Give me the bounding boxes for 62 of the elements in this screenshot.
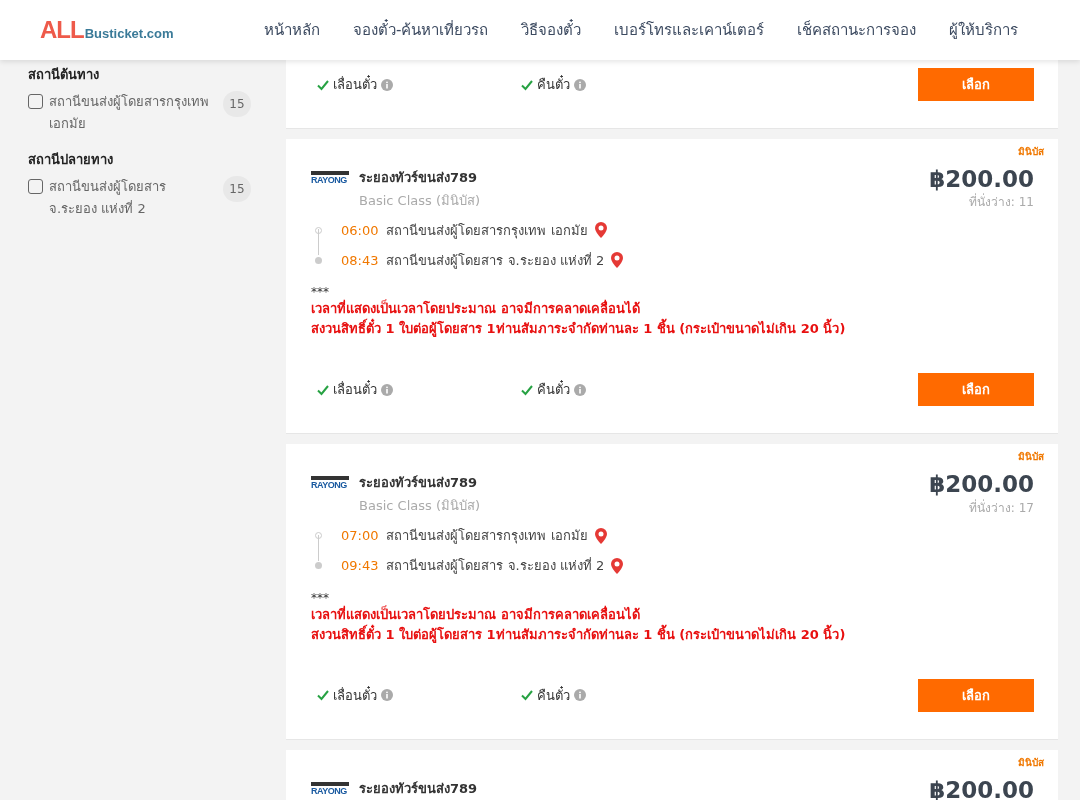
nav-link[interactable]: หน้าหลัก (264, 18, 320, 42)
checkbox[interactable] (28, 179, 43, 194)
bus-type-tag: มินิบัส (1018, 754, 1044, 770)
feature-label: คืนตั๋ว (537, 379, 570, 400)
bus-class: Basic Class (มินิบัส) (359, 192, 482, 210)
info-icon[interactable] (381, 383, 393, 396)
station-name: สถานีขนส่งผู้โดยสาร จ.ระยอง แห่งที่ 2 (386, 251, 605, 271)
note-text: *** (311, 285, 329, 300)
seats-available: ที่นั่งว่าง: 17 (967, 498, 1034, 517)
operator-name: ระยองทัวร์ขนส่ง789 (359, 474, 479, 493)
nav-link[interactable]: วิธีจองตั๋ว (521, 18, 582, 42)
feature-label: เลื่อนตั๋ว (333, 379, 377, 400)
bus-class: Basic Class (มินิบัส) (359, 497, 482, 516)
info-icon[interactable] (574, 689, 586, 702)
map-pin-icon[interactable] (610, 556, 625, 575)
station-name: สถานีขนส่งผู้โดยสารกรุงเทพ เอกมัย (386, 221, 588, 241)
ticket-price: ฿200.00 (929, 167, 1034, 193)
timeline-dot (315, 256, 322, 264)
station-name: สถานีขนส่งผู้โดยสารกรุงเทพ เอกมัย (386, 527, 588, 546)
filter-heading: สถานีปลายทาง (28, 151, 114, 169)
operator-name: ระยองทัวร์ขนส่ง789 (359, 779, 479, 798)
ticket-price: ฿200.00 (929, 472, 1034, 498)
operator-logo: RAYONG (311, 171, 349, 185)
timeline-dot (315, 562, 322, 570)
warning-text: สงวนสิทธิ์ตั๋ว 1 ใบต่อผู้โดยสาร 1ท่านสัมภาระจำกัดท่านละ 1 ชิ้น (กระเป๋าขนาดไม่เกิน 20 นิ้ว) (311, 319, 1034, 340)
stop-time: 07:00 (341, 528, 379, 544)
info-icon[interactable] (381, 78, 393, 91)
operator-name: ระยองทัวร์ขนส่ง789 (359, 169, 479, 187)
info-icon[interactable] (381, 689, 393, 702)
warning-text: เวลาที่แสดงเป็นเวลาโดยประมาณ อาจมีการคลาดเคลื่อนได้ (311, 299, 641, 318)
nav-link[interactable]: เบอร์โทรและเคาน์เตอร์ (614, 18, 765, 42)
nav-link[interactable]: จองตั๋ว-ค้นหาเที่ยวรถ (353, 18, 489, 42)
station-name: สถานีขนส่งผู้โดยสาร จ.ระยอง แห่งที่ 2 (386, 556, 605, 576)
nav-link[interactable]: ผู้ให้บริการ (949, 18, 1019, 42)
seats-available: ที่นั่งว่าง: 11 (967, 192, 1034, 212)
feature-label: เลื่อนตั๋ว (333, 74, 377, 94)
checkbox[interactable] (28, 94, 43, 109)
filter-option-label[interactable]: สถานีขนส่งผู้โดยสารกรุงเทพ เอกมัย (49, 91, 213, 135)
stop-time: 06:00 (341, 222, 379, 238)
stop-time: 09:43 (341, 558, 379, 574)
map-pin-icon[interactable] (593, 221, 608, 240)
warning-text: สงวนสิทธิ์ตั๋ว 1 ใบต่อผู้โดยสาร 1ท่านสัมภาระจำกัดท่านละ 1 ชิ้น (กระเป๋าขนาดไม่เกิน 20 นิ้ว) (311, 624, 847, 645)
map-pin-icon[interactable] (593, 526, 608, 545)
feature-label: คืนตั๋ว (537, 74, 570, 94)
nav-link[interactable]: เช็คสถานะการจอง (797, 18, 917, 42)
info-icon[interactable] (574, 383, 586, 396)
filter-option-label[interactable]: สถานีขนส่งผู้โดยสาร จ.ระยอง แห่งที่ 2 (49, 176, 213, 220)
note-text: *** (311, 590, 330, 605)
filter-heading: สถานีต้นทาง (28, 66, 100, 84)
bus-type-tag: มินิบัส (1018, 449, 1044, 465)
site-logo[interactable]: ALLBusticket.com (40, 16, 230, 44)
count-badge: 15 (223, 176, 251, 202)
feature-label: เลื่อนตั๋ว (333, 685, 377, 705)
info-icon[interactable] (574, 78, 586, 91)
operator-logo: RAYONG (311, 476, 349, 491)
operator-logo: RAYONG (311, 781, 349, 796)
stop-time: 08:43 (341, 252, 379, 268)
feature-label: คืนตั๋ว (537, 685, 570, 705)
bus-type-tag: มินิบัส (1018, 144, 1044, 159)
warning-text: เวลาที่แสดงเป็นเวลาโดยประมาณ อาจมีการคลาดเคลื่อนได้ (311, 604, 641, 624)
count-badge: 15 (223, 91, 251, 117)
map-pin-icon[interactable] (610, 251, 625, 270)
